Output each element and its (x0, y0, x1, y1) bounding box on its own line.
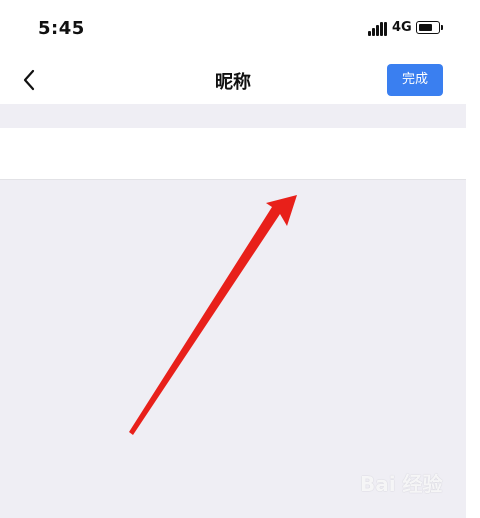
battery-cap (441, 25, 443, 30)
done-button[interactable]: 完成 (387, 64, 443, 96)
nickname-input[interactable] (0, 128, 466, 179)
watermark-text: Bai 经验 (360, 472, 443, 496)
nickname-row (0, 128, 466, 180)
nickname-edit-screen: 5:45 4G 昵称 完成 Bai 经验 (0, 0, 466, 518)
network-type: 4G (392, 20, 412, 35)
signal-icon (368, 22, 388, 36)
status-bar: 5:45 4G (0, 0, 466, 56)
watermark-logo: Bai 经验 (360, 462, 460, 502)
battery-icon (416, 21, 440, 34)
battery-fill (418, 23, 432, 31)
page-margin (466, 0, 480, 518)
nav-bar: 昵称 完成 (0, 56, 466, 104)
status-time: 5:45 (38, 18, 85, 39)
